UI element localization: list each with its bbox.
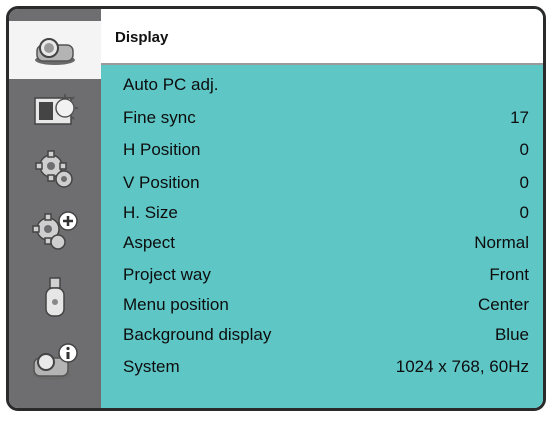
menu-item-value: Normal [474,233,529,252]
menu-item-value: 0 [519,203,529,222]
menu-item-label: H. Size [123,203,178,222]
menu-item-background-display[interactable]: Background display Blue [101,323,529,349]
menu-item-label: H Position [123,140,201,159]
gear-icon [33,150,77,190]
menu-item-value: 0 [519,140,529,159]
usb-icon [42,276,68,320]
tab-setting[interactable] [9,143,101,197]
menu-item-value: 1024 x 768, 60Hz [395,357,529,376]
menu-panel: Display Auto PC adj. Fine sync 17 H Posi… [101,9,543,408]
menu-item-label: Fine sync [123,108,196,127]
projector-icon [31,33,79,67]
menu-item-menu-position[interactable]: Menu position Center [101,293,529,319]
menu-item-fine-sync[interactable]: Fine sync 17 [101,106,529,132]
tab-expand[interactable] [9,203,101,257]
menu-item-label: V Position [123,173,200,192]
tab-picture[interactable] [9,83,101,137]
menu-item-system[interactable]: System 1024 x 768, 60Hz [101,355,529,381]
page-title: Display [115,29,169,46]
menu-item-value: Blue [494,325,529,344]
menu-item-value: Center [477,295,529,314]
menu-item-label: Auto PC adj. [123,75,219,94]
menu-item-aspect[interactable]: Aspect Normal [101,231,529,257]
menu-item-label: System [123,357,180,376]
menu-item-auto-pc-adj[interactable]: Auto PC adj. [101,73,529,99]
sidebar [9,9,101,408]
menu-item-label: Menu position [123,295,229,314]
tab-usb[interactable] [9,271,101,325]
menu-item-v-position[interactable]: V Position 0 [101,171,529,197]
gear-plus-icon [30,209,80,251]
menu-item-label: Aspect [123,233,175,252]
menu-item-value: 0 [519,173,529,192]
menu-item-label: Project way [123,265,211,284]
menu-item-project-way[interactable]: Project way Front [101,263,529,289]
menu-header: Display [101,9,543,65]
projector-info-icon [30,342,80,382]
menu-item-h-size[interactable]: H. Size 0 [101,201,529,227]
tab-display[interactable] [9,21,101,79]
menu-item-value: 17 [510,108,529,127]
menu-item-h-position[interactable]: H Position 0 [101,138,529,164]
tab-info[interactable] [9,335,101,389]
menu-item-value: Front [489,265,529,284]
osd-menu-window: Display Auto PC adj. Fine sync 17 H Posi… [6,6,546,411]
menu-item-label: Background display [123,325,272,344]
picture-adjust-icon [31,92,79,128]
